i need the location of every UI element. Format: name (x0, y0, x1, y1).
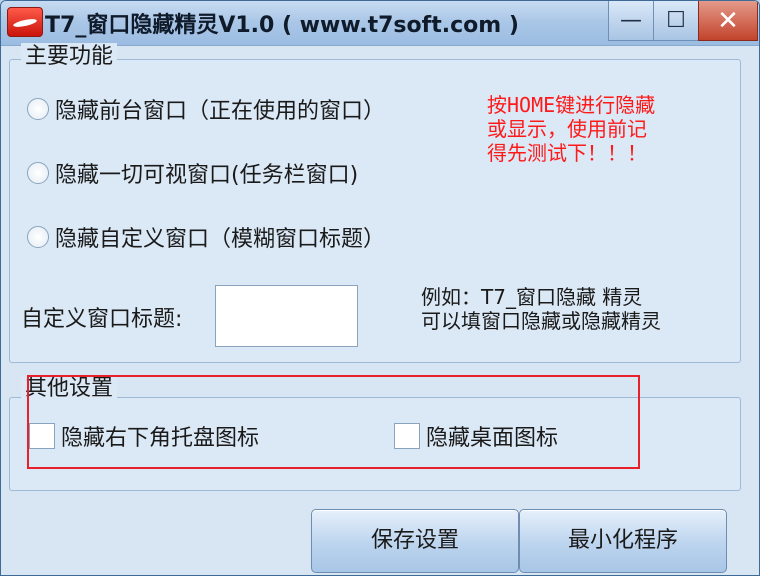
maximize-button[interactable]: ☐ (653, 1, 698, 41)
radio-hide-foreground[interactable]: 隐藏前台窗口（正在使用的窗口） (27, 94, 385, 124)
radio-label: 隐藏前台窗口（正在使用的窗口） (55, 99, 386, 124)
checkbox-hide-desktop-icons[interactable]: 隐藏桌面图标 (394, 421, 558, 451)
checkbox-label: 隐藏桌面图标 (426, 426, 559, 451)
app-window: T7_窗口隐藏精灵V1.0 ( www.t7soft.com ) — ☐ ✕ 主… (0, 0, 760, 576)
checkbox[interactable] (29, 423, 55, 449)
save-settings-button[interactable]: 保存设置 (311, 509, 519, 573)
minimize-button[interactable]: — (608, 1, 653, 41)
title-bar[interactable]: T7_窗口隐藏精灵V1.0 ( www.t7soft.com ) — ☐ ✕ (1, 1, 759, 46)
custom-title-label: 自定义窗口标题: (21, 307, 183, 332)
custom-title-input[interactable] (215, 285, 358, 347)
minimize-program-button[interactable]: 最小化程序 (519, 509, 727, 573)
window-title: T7_窗口隐藏精灵V1.0 ( www.t7soft.com ) (45, 13, 519, 38)
radio-button[interactable] (27, 162, 49, 184)
checkbox-hide-tray-icon[interactable]: 隐藏右下角托盘图标 (29, 421, 259, 451)
checkbox-label: 隐藏右下角托盘图标 (61, 426, 260, 451)
checkbox[interactable] (394, 423, 420, 449)
radio-hide-custom[interactable]: 隐藏自定义窗口（模糊窗口标题） (27, 222, 385, 252)
close-button[interactable]: ✕ (698, 1, 758, 41)
radio-label: 隐藏自定义窗口（模糊窗口标题） (55, 227, 386, 252)
main-features-legend: 主要功能 (21, 43, 118, 71)
radio-hide-all-visible[interactable]: 隐藏一切可视窗口(任务栏窗口) (27, 158, 358, 188)
radio-label: 隐藏一切可视窗口(任务栏窗口) (55, 163, 359, 188)
radio-button[interactable] (27, 98, 49, 120)
example-hint: 例如：T7_窗口隐藏 精灵 可以填窗口隐藏或隐藏精灵 (421, 285, 661, 333)
hotkey-note: 按HOME键进行隐藏或显示，使用前记得先测试下！！！ (487, 93, 656, 165)
radio-button[interactable] (27, 226, 49, 248)
app-logo-icon (7, 7, 43, 37)
